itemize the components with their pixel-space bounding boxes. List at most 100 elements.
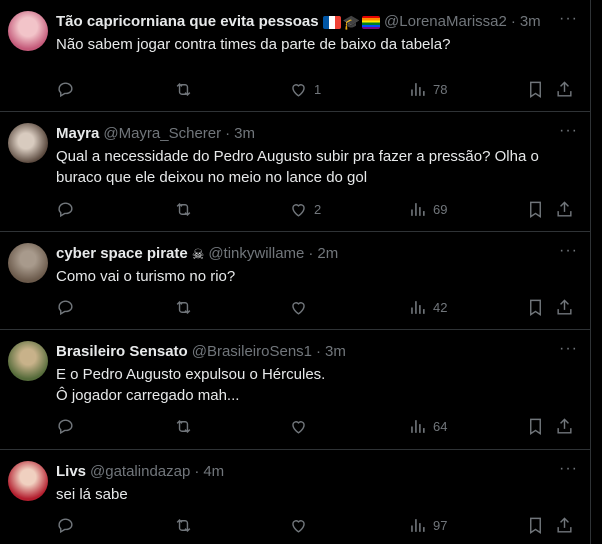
timestamp[interactable]: 4m [203,462,224,482]
share-icon [557,298,572,315]
tweet[interactable]: Livs @gatalindazap · 4m ··· sei lá sabe … [0,450,590,544]
tweet-text: Como vai o turismo no rio? [56,268,236,285]
display-name[interactable]: Brasileiro Sensato [56,342,188,362]
views-button[interactable]: 64 [408,417,447,436]
reply-icon [58,81,73,97]
display-name[interactable]: Mayra [56,124,99,144]
bookmark-button[interactable] [526,80,545,99]
more-options-icon[interactable]: ··· [559,242,578,260]
share-icon [557,200,572,217]
views-icon [411,202,425,216]
avatar[interactable] [8,243,48,283]
share-button[interactable] [555,417,574,436]
avatar[interactable] [8,341,48,381]
bookmark-button[interactable] [526,516,545,535]
view-count: 78 [433,81,448,97]
views-button[interactable]: 97 [408,516,447,535]
retweet-button[interactable] [174,200,193,219]
reply-button[interactable] [56,80,75,99]
timestamp[interactable]: 3m [234,124,255,144]
avatar[interactable] [8,123,48,163]
bookmark-icon [530,517,541,534]
tweet-text: Não sabem jogar contra times da parte de… [56,36,451,53]
heart-icon [292,519,305,533]
bookmark-icon [530,418,541,435]
graduation-cap-icon: 🎓 [342,14,361,30]
share-button[interactable] [555,200,574,219]
handle[interactable]: @tinkywillame [208,244,304,264]
retweet-button[interactable] [174,516,193,535]
tweet[interactable]: Brasileiro Sensato @BrasileiroSens1 · 3m… [0,330,590,450]
views-icon [411,82,425,96]
more-options-icon[interactable]: ··· [559,340,578,358]
heart-icon [292,301,305,315]
separator: · [194,463,200,480]
display-name[interactable]: Tão capricorniana que evita pessoas [56,12,319,32]
share-button[interactable] [555,298,574,317]
tweet-text: sei lá sabe [56,486,128,503]
share-button[interactable] [555,516,574,535]
views-button[interactable]: 78 [408,80,447,99]
reply-icon [58,517,73,533]
reply-icon [58,201,73,217]
like-button[interactable]: 2 [289,200,321,219]
like-button[interactable] [289,298,314,317]
more-options-icon[interactable]: ··· [559,10,578,28]
display-name[interactable]: Livs [56,462,86,482]
separator: · [308,245,314,262]
handle[interactable]: @gatalindazap [90,462,190,482]
more-options-icon[interactable]: ··· [559,122,578,140]
reply-button[interactable] [56,417,75,436]
name-emojis: ☠ [192,244,205,264]
timestamp[interactable]: 2m [317,244,338,264]
share-button[interactable] [555,80,574,99]
views-button[interactable]: 42 [408,298,447,317]
retweet-button[interactable] [174,80,193,99]
tweet[interactable]: cyber space pirate ☠ @tinkywillame · 2m … [0,232,590,330]
tweet-text: E o Pedro Augusto expulsou o Hércules. Ô… [56,366,326,404]
bookmark-button[interactable] [526,200,545,219]
separator: · [225,125,231,142]
reply-icon [58,418,73,434]
views-button[interactable]: 69 [408,200,447,219]
more-options-icon[interactable]: ··· [559,460,578,478]
retweet-button[interactable] [174,417,193,436]
bookmark-button[interactable] [526,417,545,436]
timestamp[interactable]: 3m [520,12,541,32]
timestamp[interactable]: 3m [325,342,346,362]
handle[interactable]: @BrasileiroSens1 [192,342,312,362]
name-emojis: 🎓 [322,12,381,32]
handle[interactable]: @Mayra_Scherer [103,124,221,144]
bookmark-icon [530,81,541,98]
like-button[interactable] [289,417,314,436]
view-count: 97 [433,517,448,533]
share-icon [557,417,572,434]
like-count: 2 [314,201,322,217]
avatar[interactable] [8,461,48,501]
share-icon [557,516,572,533]
heart-icon [292,203,305,217]
reply-button[interactable] [56,200,75,219]
retweet-icon [176,419,191,433]
handle[interactable]: @LorenaMarissa2 [384,12,507,32]
flag-france-icon [322,15,341,29]
view-count: 69 [433,201,448,217]
like-button[interactable] [289,516,314,535]
avatar[interactable] [8,11,48,51]
display-name[interactable]: cyber space pirate [56,244,188,264]
reply-button[interactable] [56,298,75,317]
bookmark-button[interactable] [526,298,545,317]
retweet-button[interactable] [174,298,193,317]
view-count: 42 [433,299,448,315]
reply-button[interactable] [56,516,75,535]
retweet-icon [176,518,191,532]
bookmark-icon [530,299,541,316]
heart-icon [292,420,305,434]
views-icon [411,518,425,532]
retweet-icon [176,202,191,216]
separator: · [510,13,516,30]
tweet[interactable]: Tão capricorniana que evita pessoas 🎓 @L… [0,0,590,112]
timeline: Tão capricorniana que evita pessoas 🎓 @L… [0,0,591,544]
tweet[interactable]: Mayra @Mayra_Scherer · 3m ··· Qual a nec… [0,112,590,232]
like-button[interactable]: 1 [289,80,321,99]
